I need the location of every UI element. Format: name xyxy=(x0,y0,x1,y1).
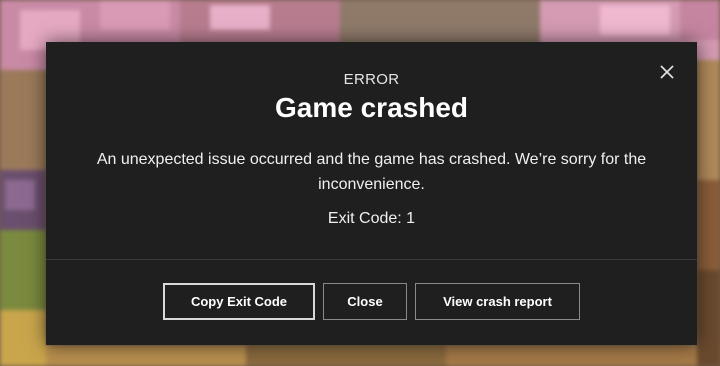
copy-exit-code-button[interactable]: Copy Exit Code xyxy=(163,283,315,320)
error-message: An unexpected issue occurred and the gam… xyxy=(96,151,647,193)
dialog-title: Game crashed xyxy=(275,92,468,123)
divider xyxy=(46,259,697,260)
crash-dialog: ERROR Game crashed An unexpected issue o… xyxy=(46,42,697,345)
close-button[interactable]: Close xyxy=(323,283,407,320)
error-label: ERROR xyxy=(343,71,400,88)
exit-code: Exit Code: 1 xyxy=(327,210,416,227)
view-crash-report-button[interactable]: View crash report xyxy=(415,283,580,320)
